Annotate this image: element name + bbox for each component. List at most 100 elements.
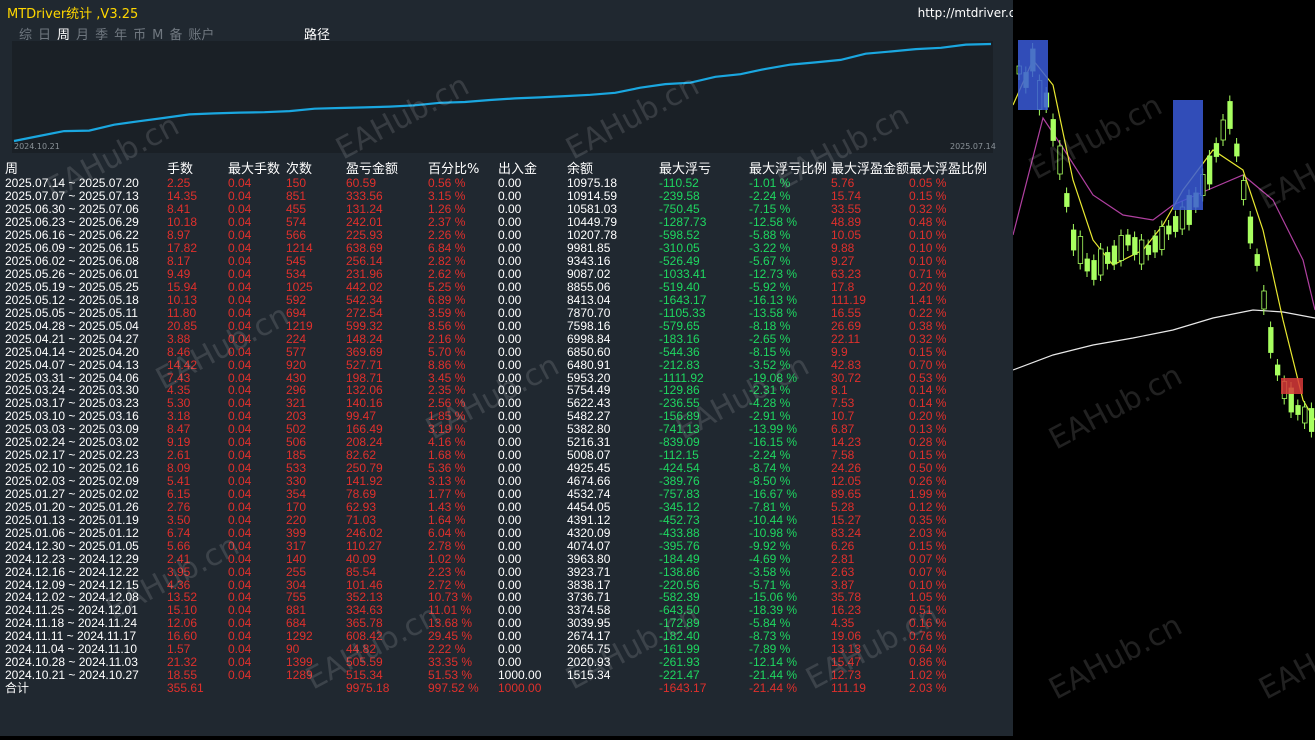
column-header[interactable]: 周 — [5, 158, 167, 177]
table-cell: -5.71 % — [749, 577, 791, 592]
table-cell: 2025.06.23 ~ 2025.06.29 — [5, 215, 139, 230]
table-cell: 185 — [286, 448, 307, 463]
table-cell: 2025.01.13 ~ 2025.01.19 — [5, 512, 139, 527]
column-header[interactable]: 最大浮盈金额 — [831, 158, 909, 177]
table-cell: 3.15 % — [428, 189, 466, 204]
table-row[interactable]: 2025.04.28 ~ 2025.05.04 20.85 0.04 1219 599.… — [5, 319, 1009, 332]
table-row[interactable]: 2025.06.23 ~ 2025.06.29 10.18 0.04 574 242.0… — [5, 216, 1009, 229]
column-header[interactable]: 最大手数 — [228, 158, 286, 177]
table-cell: 78.69 — [346, 486, 377, 501]
table-row[interactable]: 2025.06.16 ~ 2025.06.22 8.97 0.04 566 225.93… — [5, 229, 1009, 242]
column-header[interactable]: 百分比% — [428, 158, 498, 177]
table-row[interactable]: 2025.03.03 ~ 2025.03.09 8.47 0.04 502 166.49… — [5, 423, 1009, 436]
candlesticks — [1016, 43, 1315, 438]
table-cell: 0.00 — [498, 525, 522, 540]
column-header[interactable]: 最大浮亏比例 — [749, 158, 831, 177]
table-cell: 6.89 % — [428, 292, 466, 307]
table-row[interactable]: 2025.02.03 ~ 2025.02.09 5.41 0.04 330 141.92… — [5, 475, 1009, 488]
table-row[interactable]: 2024.11.11 ~ 2024.11.17 16.60 0.04 1292 608.… — [5, 630, 1009, 643]
table-row[interactable]: 2024.12.02 ~ 2024.12.08 13.52 0.04 755 352.1… — [5, 591, 1009, 604]
candle-body — [1227, 101, 1233, 129]
table-cell: 2.63 — [831, 564, 855, 579]
table-cell: 4320.09 — [567, 525, 611, 540]
table-row[interactable]: 2025.01.27 ~ 2025.02.02 6.15 0.04 354 78.69 1… — [5, 488, 1009, 501]
table-row[interactable]: 2025.03.10 ~ 2025.03.16 3.18 0.04 203 99.47 1… — [5, 410, 1009, 423]
table-cell: -4.69 % — [749, 551, 791, 566]
table-cell: 1.43 % — [428, 499, 466, 514]
table-cell: 0.51 % — [909, 603, 947, 618]
table-row[interactable]: 2025.02.17 ~ 2025.02.23 2.61 0.04 185 82.62 1… — [5, 449, 1009, 462]
table-cell: -8.50 % — [749, 474, 791, 489]
table-row[interactable]: 2024.12.30 ~ 2025.01.05 5.66 0.04 317 110.27… — [5, 539, 1009, 552]
column-header[interactable]: 最大浮盈比例 — [909, 158, 1009, 177]
table-row[interactable]: 2025.04.07 ~ 2025.04.13 14.42 0.04 920 527.7… — [5, 358, 1009, 371]
table-cell: 2.22 % — [428, 642, 466, 657]
website-link[interactable]: http://mtdriver.cn — [918, 6, 1013, 20]
table-cell: 170 — [286, 499, 307, 514]
table-row[interactable]: 2025.06.30 ~ 2025.07.06 8.41 0.04 455 131.24… — [5, 203, 1009, 216]
table-cell: 2025.03.10 ~ 2025.03.16 — [5, 409, 139, 424]
table-cell: 2024.10.28 ~ 2024.11.03 — [5, 655, 138, 670]
table-cell: -526.49 — [659, 254, 700, 269]
table-row[interactable]: 2025.01.13 ~ 2025.01.19 3.50 0.04 220 71.03 1… — [5, 513, 1009, 526]
table-cell: 0.00 — [498, 616, 522, 631]
table-row[interactable]: 2025.06.09 ~ 2025.06.15 17.82 0.04 1214 638.… — [5, 242, 1009, 255]
table-row[interactable]: 2025.07.07 ~ 2025.07.13 14.35 0.04 851 333.5… — [5, 190, 1009, 203]
table-row[interactable]: 2025.06.02 ~ 2025.06.08 8.17 0.04 545 256.14… — [5, 255, 1009, 268]
table-row[interactable]: 2024.10.21 ~ 2024.10.27 18.55 0.04 1289 515.… — [5, 669, 1009, 682]
table-row[interactable]: 2024.11.04 ~ 2024.11.10 1.57 0.04 90 44.82 2.… — [5, 643, 1009, 656]
column-header[interactable]: 余额 — [567, 158, 659, 177]
table-cell: 5482.27 — [567, 409, 611, 424]
table-cell: 3838.17 — [567, 577, 611, 592]
table-cell: 0.00 — [498, 629, 522, 644]
table-row[interactable]: 2025.03.24 ~ 2025.03.30 4.35 0.04 296 132.06… — [5, 384, 1009, 397]
table-cell: 17.82 — [167, 241, 198, 256]
table-row[interactable]: 2025.05.19 ~ 2025.05.25 15.94 0.04 1025 442.… — [5, 281, 1009, 294]
table-cell: -544.36 — [659, 344, 700, 359]
table-cell: 82.62 — [346, 448, 377, 463]
table-cell: 1.68 % — [428, 448, 466, 463]
column-header[interactable]: 盈亏金额 — [346, 158, 428, 177]
column-header[interactable]: 最大浮亏 — [659, 158, 749, 177]
table-row[interactable]: 2025.07.14 ~ 2025.07.20 2.25 0.04 150 60.59 0… — [5, 177, 1009, 190]
table-row[interactable]: 2024.12.16 ~ 2024.12.22 3.95 0.04 255 85.54 2… — [5, 565, 1009, 578]
table-row[interactable]: 2025.01.20 ~ 2025.01.26 2.76 0.04 170 62.93 1… — [5, 500, 1009, 513]
column-header[interactable]: 次数 — [286, 158, 346, 177]
table-cell: -239.58 — [659, 189, 700, 204]
table-cell: 2.41 — [167, 551, 191, 566]
table-row[interactable]: 2025.03.31 ~ 2025.04.06 7.43 0.04 430 198.71… — [5, 371, 1009, 384]
total-cell: 9975.18 — [346, 681, 390, 696]
table-row[interactable]: 2024.12.23 ~ 2024.12.29 2.41 0.04 140 40.09 1… — [5, 552, 1009, 565]
table-cell: 10.18 — [167, 215, 198, 230]
table-cell: -221.47 — [659, 668, 700, 683]
table-row[interactable]: 2025.02.10 ~ 2025.02.16 8.09 0.04 533 250.79… — [5, 462, 1009, 475]
table-cell: 0.04 — [228, 499, 252, 514]
table-row[interactable]: 2025.05.26 ~ 2025.06.01 9.49 0.04 534 231.96… — [5, 268, 1009, 281]
table-cell: 0.00 — [498, 603, 522, 618]
table-cell: 365.78 — [346, 616, 383, 631]
table-row[interactable]: 2024.10.28 ~ 2024.11.03 21.32 0.04 1399 505.… — [5, 656, 1009, 669]
column-header[interactable]: 出入金 — [498, 158, 567, 177]
table-row[interactable]: 2025.04.14 ~ 2025.04.20 8.46 0.04 577 369.69… — [5, 345, 1009, 358]
table-row[interactable]: 2024.11.18 ~ 2024.11.24 12.06 0.04 684 365.7… — [5, 617, 1009, 630]
table-cell: 0.04 — [228, 564, 252, 579]
table-row[interactable]: 2025.01.06 ~ 2025.01.12 6.74 0.04 399 246.02… — [5, 526, 1009, 539]
column-header[interactable]: 手数 — [167, 158, 228, 177]
table-row[interactable]: 2024.12.09 ~ 2024.12.15 4.36 0.04 304 101.46… — [5, 578, 1009, 591]
table-row[interactable]: 2025.02.24 ~ 2025.03.02 9.19 0.04 506 208.24… — [5, 436, 1009, 449]
table-cell: 0.00 — [498, 292, 522, 307]
table-cell: 0.00 — [498, 512, 522, 527]
table-cell: 0.04 — [228, 422, 252, 437]
table-cell: 18.55 — [167, 668, 198, 683]
table-cell: 2.25 — [167, 176, 191, 191]
table-cell: 574 — [286, 215, 307, 230]
table-row[interactable]: 2025.05.05 ~ 2025.05.11 11.80 0.04 694 272.5… — [5, 306, 1009, 319]
table-row[interactable]: 2025.03.17 ~ 2025.03.23 5.30 0.04 321 140.16… — [5, 397, 1009, 410]
table-row[interactable]: 2025.04.21 ~ 2025.04.27 3.88 0.04 224 148.24… — [5, 332, 1009, 345]
table-row[interactable]: 2025.05.12 ~ 2025.05.18 10.13 0.04 592 542.3… — [5, 293, 1009, 306]
stats-panel: MTDriver统计 ,V3.25 http://mtdriver.cn 综日周… — [0, 0, 1013, 736]
table-row[interactable]: 2024.11.25 ~ 2024.12.01 15.10 0.04 881 334.6… — [5, 604, 1009, 617]
table-cell: 16.60 — [167, 629, 198, 644]
table-cell: 2025.01.27 ~ 2025.02.02 — [5, 486, 139, 501]
price-chart[interactable]: EAHub.cn EAHub.cn EAHub.cn EAHub.cn EAHu… — [1012, 0, 1315, 736]
